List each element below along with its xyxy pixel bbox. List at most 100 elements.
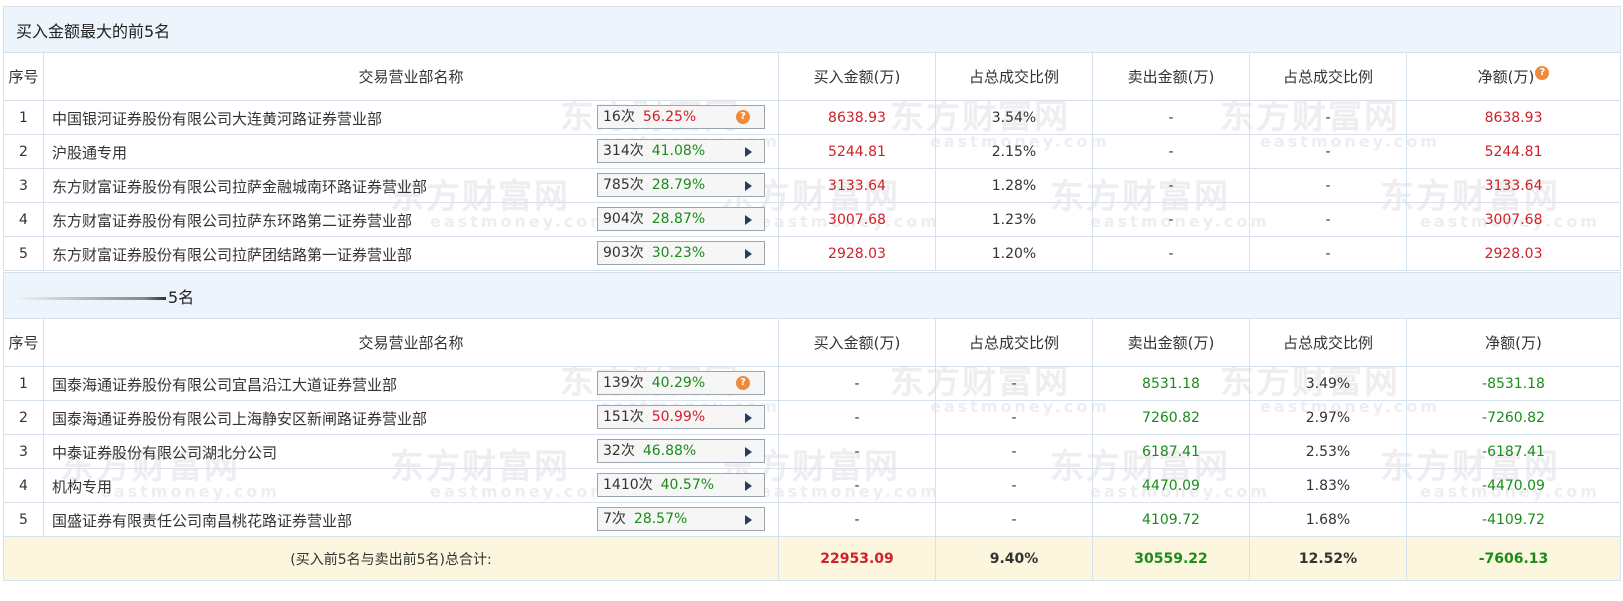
branch-stat-box[interactable]: 314次 41.08% [597,139,765,163]
col-header-sell-ratio[interactable]: 占总成交比例 [1249,52,1407,101]
buy-amount: 5244.81 [778,134,936,169]
total-row: (买入前5名与卖出前5名)总合计: 22953.09 9.40% 30559.2… [3,536,1621,581]
branch-cell: 中国银河证券股份有限公司大连黄河路证券营业部 16次 56.25%? [43,100,779,135]
total-label: (买入前5名与卖出前5名)总合计: [3,536,779,581]
branch-name-link[interactable]: 中国银河证券股份有限公司大连黄河路证券营业部 [52,108,382,129]
success-rate: 46.88% [642,443,697,459]
total-net-amount: -7606.13 [1406,536,1621,581]
net-amount: 8638.93 [1405,100,1622,135]
col-header-buy-amount[interactable]: 买入金额(万) [778,318,936,367]
branch-stat-box[interactable]: 7次 28.57% [597,507,765,531]
sell-amount: - [1092,236,1250,271]
col-header-buy-ratio[interactable]: 占总成交比例 [935,52,1093,101]
sell-section-title-text: 5名 [168,287,195,307]
col-header-buy-ratio[interactable]: 占总成交比例 [935,318,1093,367]
row-index: 5 [3,236,44,271]
branch-stat-box[interactable]: 32次 46.88% [597,439,765,463]
triangle-right-icon[interactable] [745,147,752,157]
triangle-right-icon[interactable] [745,249,752,259]
sell-ratio: - [1249,134,1407,169]
branch-name-link[interactable]: 国泰海通证券股份有限公司宜昌沿江大道证券营业部 [52,374,397,395]
row-index: 3 [3,434,44,469]
buy-amount: - [778,434,936,469]
sell-amount: - [1092,202,1250,237]
branch-name-link[interactable]: 机构专用 [52,476,112,497]
branch-stat-box[interactable]: 904次 28.87% [597,207,765,231]
question-icon[interactable]: ? [736,376,750,390]
sell-ratio: 1.83% [1249,468,1407,503]
total-sell-ratio: 12.52% [1249,536,1407,581]
branch-name-link[interactable]: 东方财富证券股份有限公司拉萨金融城南环路证券营业部 [52,176,427,197]
branch-stat-box[interactable]: 139次 40.29%? [597,371,765,395]
question-icon[interactable]: ? [736,110,750,124]
sell-ratio: - [1249,168,1407,203]
triangle-right-icon[interactable] [745,515,752,525]
branch-name-link[interactable]: 沪股通专用 [52,142,127,163]
net-amount: -6187.41 [1406,434,1621,469]
branch-stat-box[interactable]: 16次 56.25%? [597,105,765,129]
net-amount: -7260.82 [1406,400,1621,435]
triangle-right-icon[interactable] [745,413,752,423]
sell-section-title: 5名 [3,272,1621,319]
sell-amount: - [1092,100,1250,135]
branch-cell: 国泰海通证券股份有限公司上海静安区新闸路证券营业部 151次 50.99% [43,400,779,435]
sell-amount: 4109.72 [1092,502,1250,537]
branch-name-link[interactable]: 中泰证券股份有限公司湖北分公司 [52,442,277,463]
buy-ratio: - [935,366,1093,401]
branch-stat-box[interactable]: 785次 28.79% [597,173,765,197]
table-row: 3 中泰证券股份有限公司湖北分公司 32次 46.88% - - 6187.41 … [3,434,1621,469]
appearance-count: 7次 [603,511,626,527]
branch-stat-box[interactable]: 903次 30.23% [597,241,765,265]
branch-cell: 国泰海通证券股份有限公司宜昌沿江大道证券营业部 139次 40.29%? [43,366,779,401]
net-amount: -4109.72 [1406,502,1621,537]
buy-section-title: 买入金额最大的前5名 [2,6,1622,53]
sell-ratio: 3.49% [1249,366,1407,401]
table-row: 5 东方财富证券股份有限公司拉萨团结路第一证券营业部 903次 30.23% 29… [3,236,1622,271]
col-header-net[interactable]: 净额(万) [1406,318,1621,367]
branch-name-link[interactable]: 国泰海通证券股份有限公司上海静安区新闸路证券营业部 [52,408,427,429]
buy-ratio: 1.23% [935,202,1093,237]
appearance-count: 1410次 [603,477,653,493]
net-amount: 3133.64 [1405,168,1622,203]
branch-name-link[interactable]: 国盛证券有限责任公司南昌桃花路证券营业部 [52,510,352,531]
branch-stat-box[interactable]: 1410次 40.57% [597,473,765,497]
table-row: 1 中国银河证券股份有限公司大连黄河路证券营业部 16次 56.25%? 8638… [3,100,1622,135]
col-header-buy-amount[interactable]: 买入金额(万) [778,52,936,101]
col-header-sell-ratio[interactable]: 占总成交比例 [1249,318,1407,367]
branch-cell: 沪股通专用 314次 41.08% [43,134,779,169]
buy-ratio: - [935,434,1093,469]
col-header-sell-amount[interactable]: 卖出金额(万) [1092,52,1250,101]
success-rate: 28.87% [651,211,706,227]
buy-amount: - [778,400,936,435]
col-header-sell-amount[interactable]: 卖出金额(万) [1092,318,1250,367]
triangle-right-icon[interactable] [745,447,752,457]
total-sell-amount: 30559.22 [1092,536,1250,581]
question-icon[interactable]: ? [1535,66,1550,80]
col-header-branch: 交易营业部名称 [43,318,779,367]
col-header-branch: 交易营业部名称 [43,52,779,101]
col-header-net[interactable]: 净额(万)? [1405,52,1622,101]
branch-cell: 国盛证券有限责任公司南昌桃花路证券营业部 7次 28.57% [43,502,779,537]
buy-ratio: - [935,400,1093,435]
total-buy-amount: 22953.09 [778,536,936,581]
triangle-right-icon[interactable] [745,481,752,491]
row-index: 2 [3,134,44,169]
section-title-row: 5名 [3,272,1621,319]
buy-amount: 8638.93 [778,100,936,135]
sell-ratio: - [1249,236,1407,271]
table-row: 1 国泰海通证券股份有限公司宜昌沿江大道证券营业部 139次 40.29%? - … [3,366,1621,401]
triangle-right-icon[interactable] [745,181,752,191]
branch-cell: 东方财富证券股份有限公司拉萨东环路第二证券营业部 904次 28.87% [43,202,779,237]
success-rate: 28.57% [633,511,688,527]
branch-name-link[interactable]: 东方财富证券股份有限公司拉萨东环路第二证券营业部 [52,210,412,231]
row-index: 5 [3,502,44,537]
branch-cell: 东方财富证券股份有限公司拉萨团结路第一证券营业部 903次 30.23% [43,236,779,271]
sell-ratio: 2.97% [1249,400,1407,435]
buy-amount: 2928.03 [778,236,936,271]
row-index: 1 [3,100,44,135]
branch-name-link[interactable]: 东方财富证券股份有限公司拉萨团结路第一证券营业部 [52,244,412,265]
buy-amount: 3133.64 [778,168,936,203]
sell-ratio: - [1249,202,1407,237]
triangle-right-icon[interactable] [745,215,752,225]
branch-stat-box[interactable]: 151次 50.99% [597,405,765,429]
